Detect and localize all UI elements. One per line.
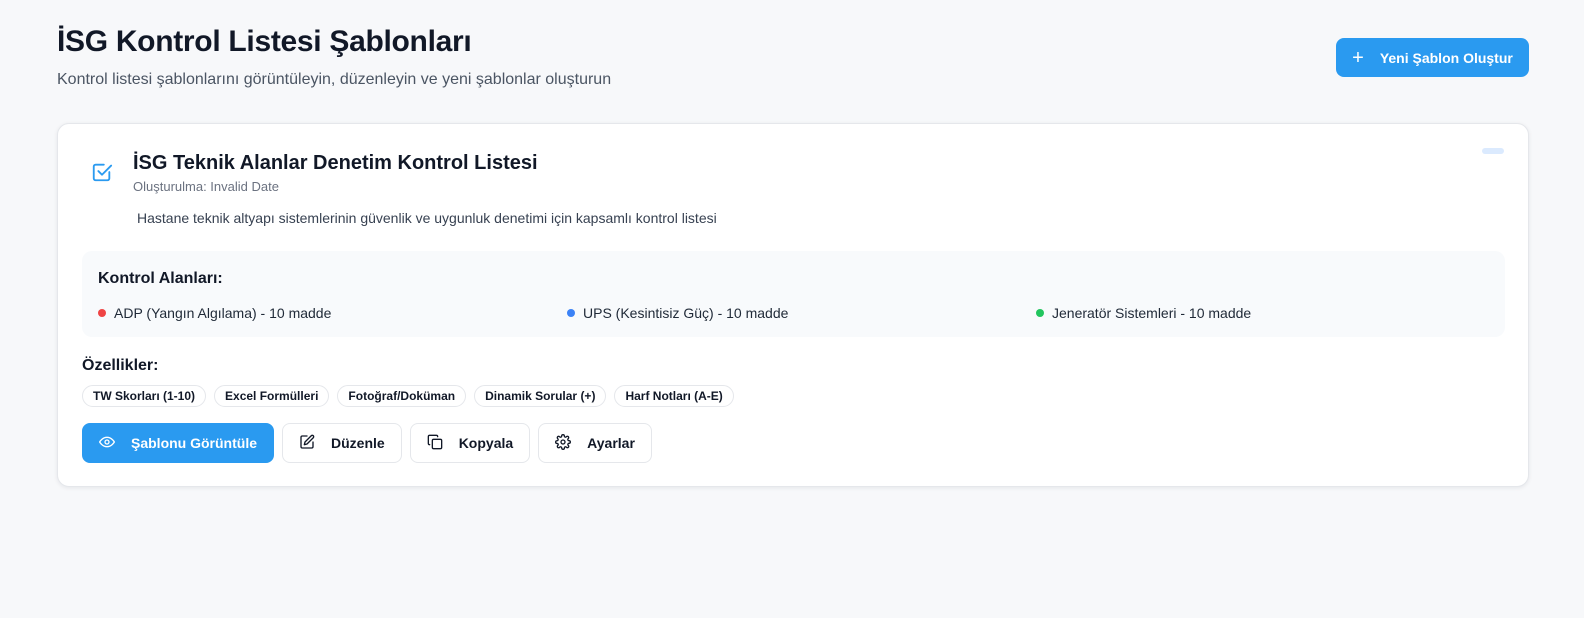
edit-icon [299,434,315,453]
template-actions: Şablonu Görüntüle Düzenle Kopyala Ayarla… [82,423,652,463]
feature-tags: TW Skorları (1-10) Excel Formülleri Foto… [82,385,734,407]
feature-tag: Harf Notları (A-E) [614,385,734,407]
green-dot-icon [1036,309,1044,317]
gear-icon [555,433,572,453]
edit-button-label: Düzenle [331,435,385,451]
feature-tag: Fotoğraf/Doküman [337,385,467,407]
control-area-item: ADP (Yangın Algılama) - 10 madde [98,305,331,321]
control-areas-title: Kontrol Alanları: [98,270,223,287]
control-area-label: Jeneratör Sistemleri - 10 madde [1052,305,1252,321]
template-card: İSG Teknik Alanlar Denetim Kontrol Liste… [57,123,1529,487]
template-status-indicator [1482,148,1504,154]
control-area-label: ADP (Yangın Algılama) - 10 madde [114,305,332,321]
template-created-date: Oluşturulma: Invalid Date [133,179,279,194]
new-template-button[interactable]: + Yeni Şablon Oluştur [1336,38,1529,77]
new-template-button-label: Yeni Şablon Oluştur [1379,49,1513,66]
copy-button-label: Kopyala [458,435,514,451]
red-dot-icon [98,309,106,317]
template-title: İSG Teknik Alanlar Denetim Kontrol Liste… [133,152,538,174]
edit-button[interactable]: Düzenle [282,423,402,463]
features-title: Özellikler: [82,357,159,374]
copy-button[interactable]: Kopyala [409,423,531,463]
control-area-item: Jeneratör Sistemleri - 10 madde [1036,305,1251,321]
control-area-item: UPS (Kesintisiz Güç) - 10 madde [567,305,788,321]
page-title: İSG Kontrol Listesi Şablonları [57,25,472,58]
plus-icon: + [1352,46,1364,69]
view-template-button[interactable]: Şablonu Görüntüle [82,423,274,463]
settings-button[interactable]: Ayarlar [538,423,652,463]
control-area-label: UPS (Kesintisiz Güç) - 10 madde [583,305,789,321]
feature-tag: TW Skorları (1-10) [82,385,207,407]
settings-button-label: Ayarlar [587,435,635,451]
view-template-button-label: Şablonu Görüntüle [131,435,257,451]
page-header: İSG Kontrol Listesi Şablonları Kontrol l… [57,22,611,91]
template-description: Hastane teknik altyapı sistemlerinin güv… [137,210,717,226]
page: İSG Kontrol Listesi Şablonları Kontrol l… [0,0,1584,618]
blue-dot-icon [567,309,575,317]
checkbox-icon [91,161,113,183]
page-subtitle: Kontrol listesi şablonlarını görüntüleyi… [57,71,612,88]
feature-tag: Excel Formülleri [214,385,330,407]
control-areas-panel: Kontrol Alanları: ADP (Yangın Algılama) … [82,251,1505,337]
feature-tag: Dinamik Sorular (+) [474,385,607,407]
eye-icon [99,434,115,453]
copy-icon [427,434,443,453]
